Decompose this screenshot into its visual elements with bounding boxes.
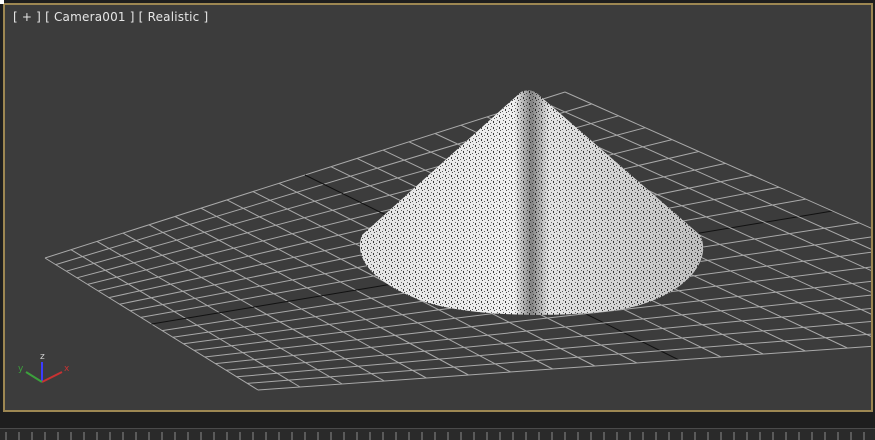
x-axis-line: [41, 371, 63, 383]
viewport-menu-button[interactable]: [ + ]: [13, 10, 41, 24]
camera-selector[interactable]: [ Camera001 ]: [45, 10, 135, 24]
viewport-label: [ + ] [ Camera001 ] [ Realistic ]: [13, 10, 208, 24]
viewport-bottom-gap: [0, 412, 875, 428]
cone-mesh[interactable]: [359, 90, 704, 315]
y-axis-label: y: [18, 364, 24, 374]
viewport-corner-marker: [0, 0, 4, 4]
axis-gizmo: z x y: [18, 352, 70, 383]
timeline-ruler[interactable]: [0, 428, 875, 440]
x-axis-label: x: [64, 364, 70, 374]
z-axis-label: z: [40, 352, 45, 362]
y-axis-line: [25, 371, 43, 383]
viewport-scene[interactable]: z x y: [3, 3, 873, 412]
shading-mode-selector[interactable]: [ Realistic ]: [139, 10, 209, 24]
timeline-ticks: [5, 432, 865, 440]
camera-viewport[interactable]: z x y [ + ] [ Camera001 ] [ Realistic ]: [3, 3, 873, 412]
